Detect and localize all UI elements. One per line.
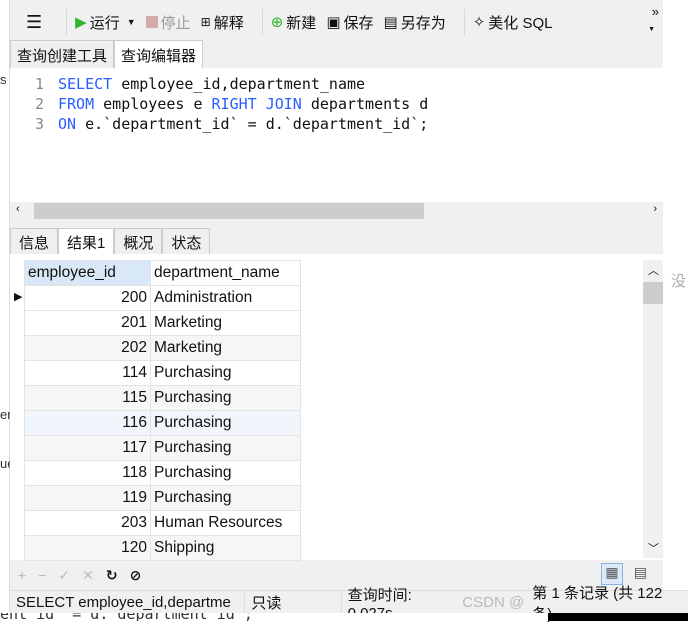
scrollbar-thumb[interactable]: [643, 282, 663, 304]
cell-department-name[interactable]: Human Resources: [150, 510, 301, 536]
table-row[interactable]: 200 Administration: [24, 285, 301, 311]
play-icon: ▶: [75, 14, 87, 31]
cell-employee-id[interactable]: 120: [24, 535, 151, 561]
stop-icon: [145, 16, 158, 28]
bg-text: s: [0, 72, 7, 87]
cell-department-name[interactable]: Purchasing: [150, 460, 301, 486]
cell-department-name[interactable]: Marketing: [150, 310, 301, 336]
result-tabs: 信息 结果1 概况 状态: [10, 228, 211, 254]
scroll-down-icon[interactable]: ﹀: [648, 540, 659, 556]
table-row[interactable]: 203 Human Resources: [24, 510, 301, 536]
scrollbar-thumb[interactable]: [34, 203, 424, 219]
status-records: CSDN @ 第 1 条记录 (共 122 条): [462, 584, 663, 623]
cell-employee-id[interactable]: 201: [24, 310, 151, 336]
vertical-scrollbar[interactable]: ︿ ﹀: [643, 260, 663, 558]
table-row[interactable]: 117 Purchasing: [24, 435, 301, 461]
cell-employee-id[interactable]: 200: [24, 285, 151, 311]
background-window-fragment: s er ue: [0, 0, 14, 621]
status-bar: SELECT employee_id,departme 只读 查询时间: 0.0…: [10, 584, 688, 623]
cell-department-name[interactable]: Shipping: [150, 535, 301, 561]
cell-department-name[interactable]: Purchasing: [150, 485, 301, 511]
column-header-department-name[interactable]: department_name: [150, 260, 301, 286]
toolbar: ☰ ▶ 运行 ▼ 停止 ⊞ 解释 ⊕ 新建 ▣ 保存 ▤ 另存为 ✧ 美化 SQL » ▼: [10, 4, 663, 40]
save-button[interactable]: ▣ 保存: [326, 12, 373, 33]
sql-editor[interactable]: 1 SELECT employee_id,department_name 2 FRO…: [10, 68, 663, 202]
save-icon: ▣: [326, 14, 341, 31]
background-window-fragment: ent_id` = d.`department_id`;: [0, 613, 688, 621]
table-row[interactable]: 120 Shipping: [24, 535, 301, 561]
cell-employee-id[interactable]: 117: [24, 435, 151, 461]
tab-result1[interactable]: 结果1: [58, 228, 115, 254]
cell-employee-id[interactable]: 202: [24, 335, 151, 361]
column-header-employee-id[interactable]: employee_id: [24, 260, 151, 286]
cell-employee-id[interactable]: 203: [24, 510, 151, 536]
code-line: 1 SELECT employee_id,department_name: [34, 75, 366, 93]
refresh-icon[interactable]: ↻: [106, 567, 118, 584]
beautify-sql-button[interactable]: ✧ 美化 SQL: [473, 12, 553, 33]
scroll-right-icon[interactable]: ›: [653, 203, 657, 215]
cell-department-name[interactable]: Purchasing: [150, 410, 301, 436]
add-row-icon[interactable]: +: [18, 567, 26, 583]
background-window-fragment: 没: [663, 0, 688, 590]
cell-department-name[interactable]: Purchasing: [150, 435, 301, 461]
horizontal-scrollbar[interactable]: ‹ ›: [10, 202, 663, 220]
run-button[interactable]: ▶ 运行 ▼: [75, 12, 135, 33]
status-query-time: 查询时间: 0.027s: [347, 586, 412, 622]
status-sql: SELECT employee_id,departme: [10, 591, 246, 614]
current-row-marker-icon: ▶: [14, 291, 23, 303]
result-table: employee_id department_name 200 Administr…: [24, 260, 301, 561]
discard-icon[interactable]: ✕: [82, 567, 94, 584]
apply-icon[interactable]: ✓: [58, 567, 70, 584]
result-grid: ▶ employee_id department_name 200 Adminis…: [10, 254, 663, 561]
hamburger-icon[interactable]: ☰: [26, 12, 42, 33]
scroll-left-icon[interactable]: ‹: [16, 203, 20, 215]
cell-employee-id[interactable]: 115: [24, 385, 151, 411]
explain-icon: ⊞: [200, 15, 211, 29]
cell-department-name[interactable]: Administration: [150, 285, 301, 311]
more-button[interactable]: »: [652, 4, 659, 19]
code-line: 2 FROM employees e RIGHT JOIN departments…: [34, 95, 429, 113]
chevron-down-icon[interactable]: ▼: [648, 26, 655, 33]
table-row[interactable]: 201 Marketing: [24, 310, 301, 336]
cell-employee-id[interactable]: 119: [24, 485, 151, 511]
cell-department-name[interactable]: Purchasing: [150, 360, 301, 386]
cell-department-name[interactable]: Marketing: [150, 335, 301, 361]
editor-tabs: 查询创建工具 查询编辑器: [10, 40, 204, 68]
delete-row-icon[interactable]: −: [38, 567, 46, 583]
table-row[interactable]: 118 Purchasing: [24, 460, 301, 486]
magic-wand-icon: ✧: [472, 14, 486, 31]
tab-query-builder[interactable]: 查询创建工具: [10, 40, 115, 68]
new-button[interactable]: ⊕ 新建: [271, 12, 317, 33]
tab-info[interactable]: 信息: [10, 228, 59, 254]
table-row[interactable]: 116 Purchasing: [24, 410, 301, 436]
table-row[interactable]: 119 Purchasing: [24, 485, 301, 511]
cell-employee-id[interactable]: 118: [24, 460, 151, 486]
save-as-icon: ▤: [383, 14, 398, 31]
stop-icon[interactable]: ⊘: [130, 567, 142, 584]
cell-employee-id[interactable]: 116: [24, 410, 151, 436]
table-row[interactable]: 115 Purchasing: [24, 385, 301, 411]
tab-profile[interactable]: 概况: [114, 228, 163, 254]
chevron-down-icon[interactable]: ▼: [127, 17, 136, 27]
watermark: CSDN @: [462, 594, 525, 611]
tab-status[interactable]: 状态: [162, 228, 211, 254]
code-line: 3 ON e.`department_id` = d.`department_id…: [34, 115, 429, 133]
table-row[interactable]: 202 Marketing: [24, 335, 301, 361]
cell-employee-id[interactable]: 114: [24, 360, 151, 386]
stop-button[interactable]: 停止: [145, 12, 191, 33]
cell-department-name[interactable]: Purchasing: [150, 385, 301, 411]
explain-button[interactable]: ⊞ 解释: [201, 12, 244, 33]
form-view-icon[interactable]: ▤: [634, 564, 647, 581]
save-as-button[interactable]: ▤ 另存为: [384, 12, 446, 33]
table-row[interactable]: 114 Purchasing: [24, 360, 301, 386]
status-mode: 只读: [245, 591, 342, 614]
bg-text: 没: [671, 273, 687, 290]
scroll-up-icon[interactable]: ︿: [648, 262, 659, 278]
new-icon: ⊕: [270, 14, 284, 31]
tab-query-editor[interactable]: 查询编辑器: [114, 40, 204, 68]
